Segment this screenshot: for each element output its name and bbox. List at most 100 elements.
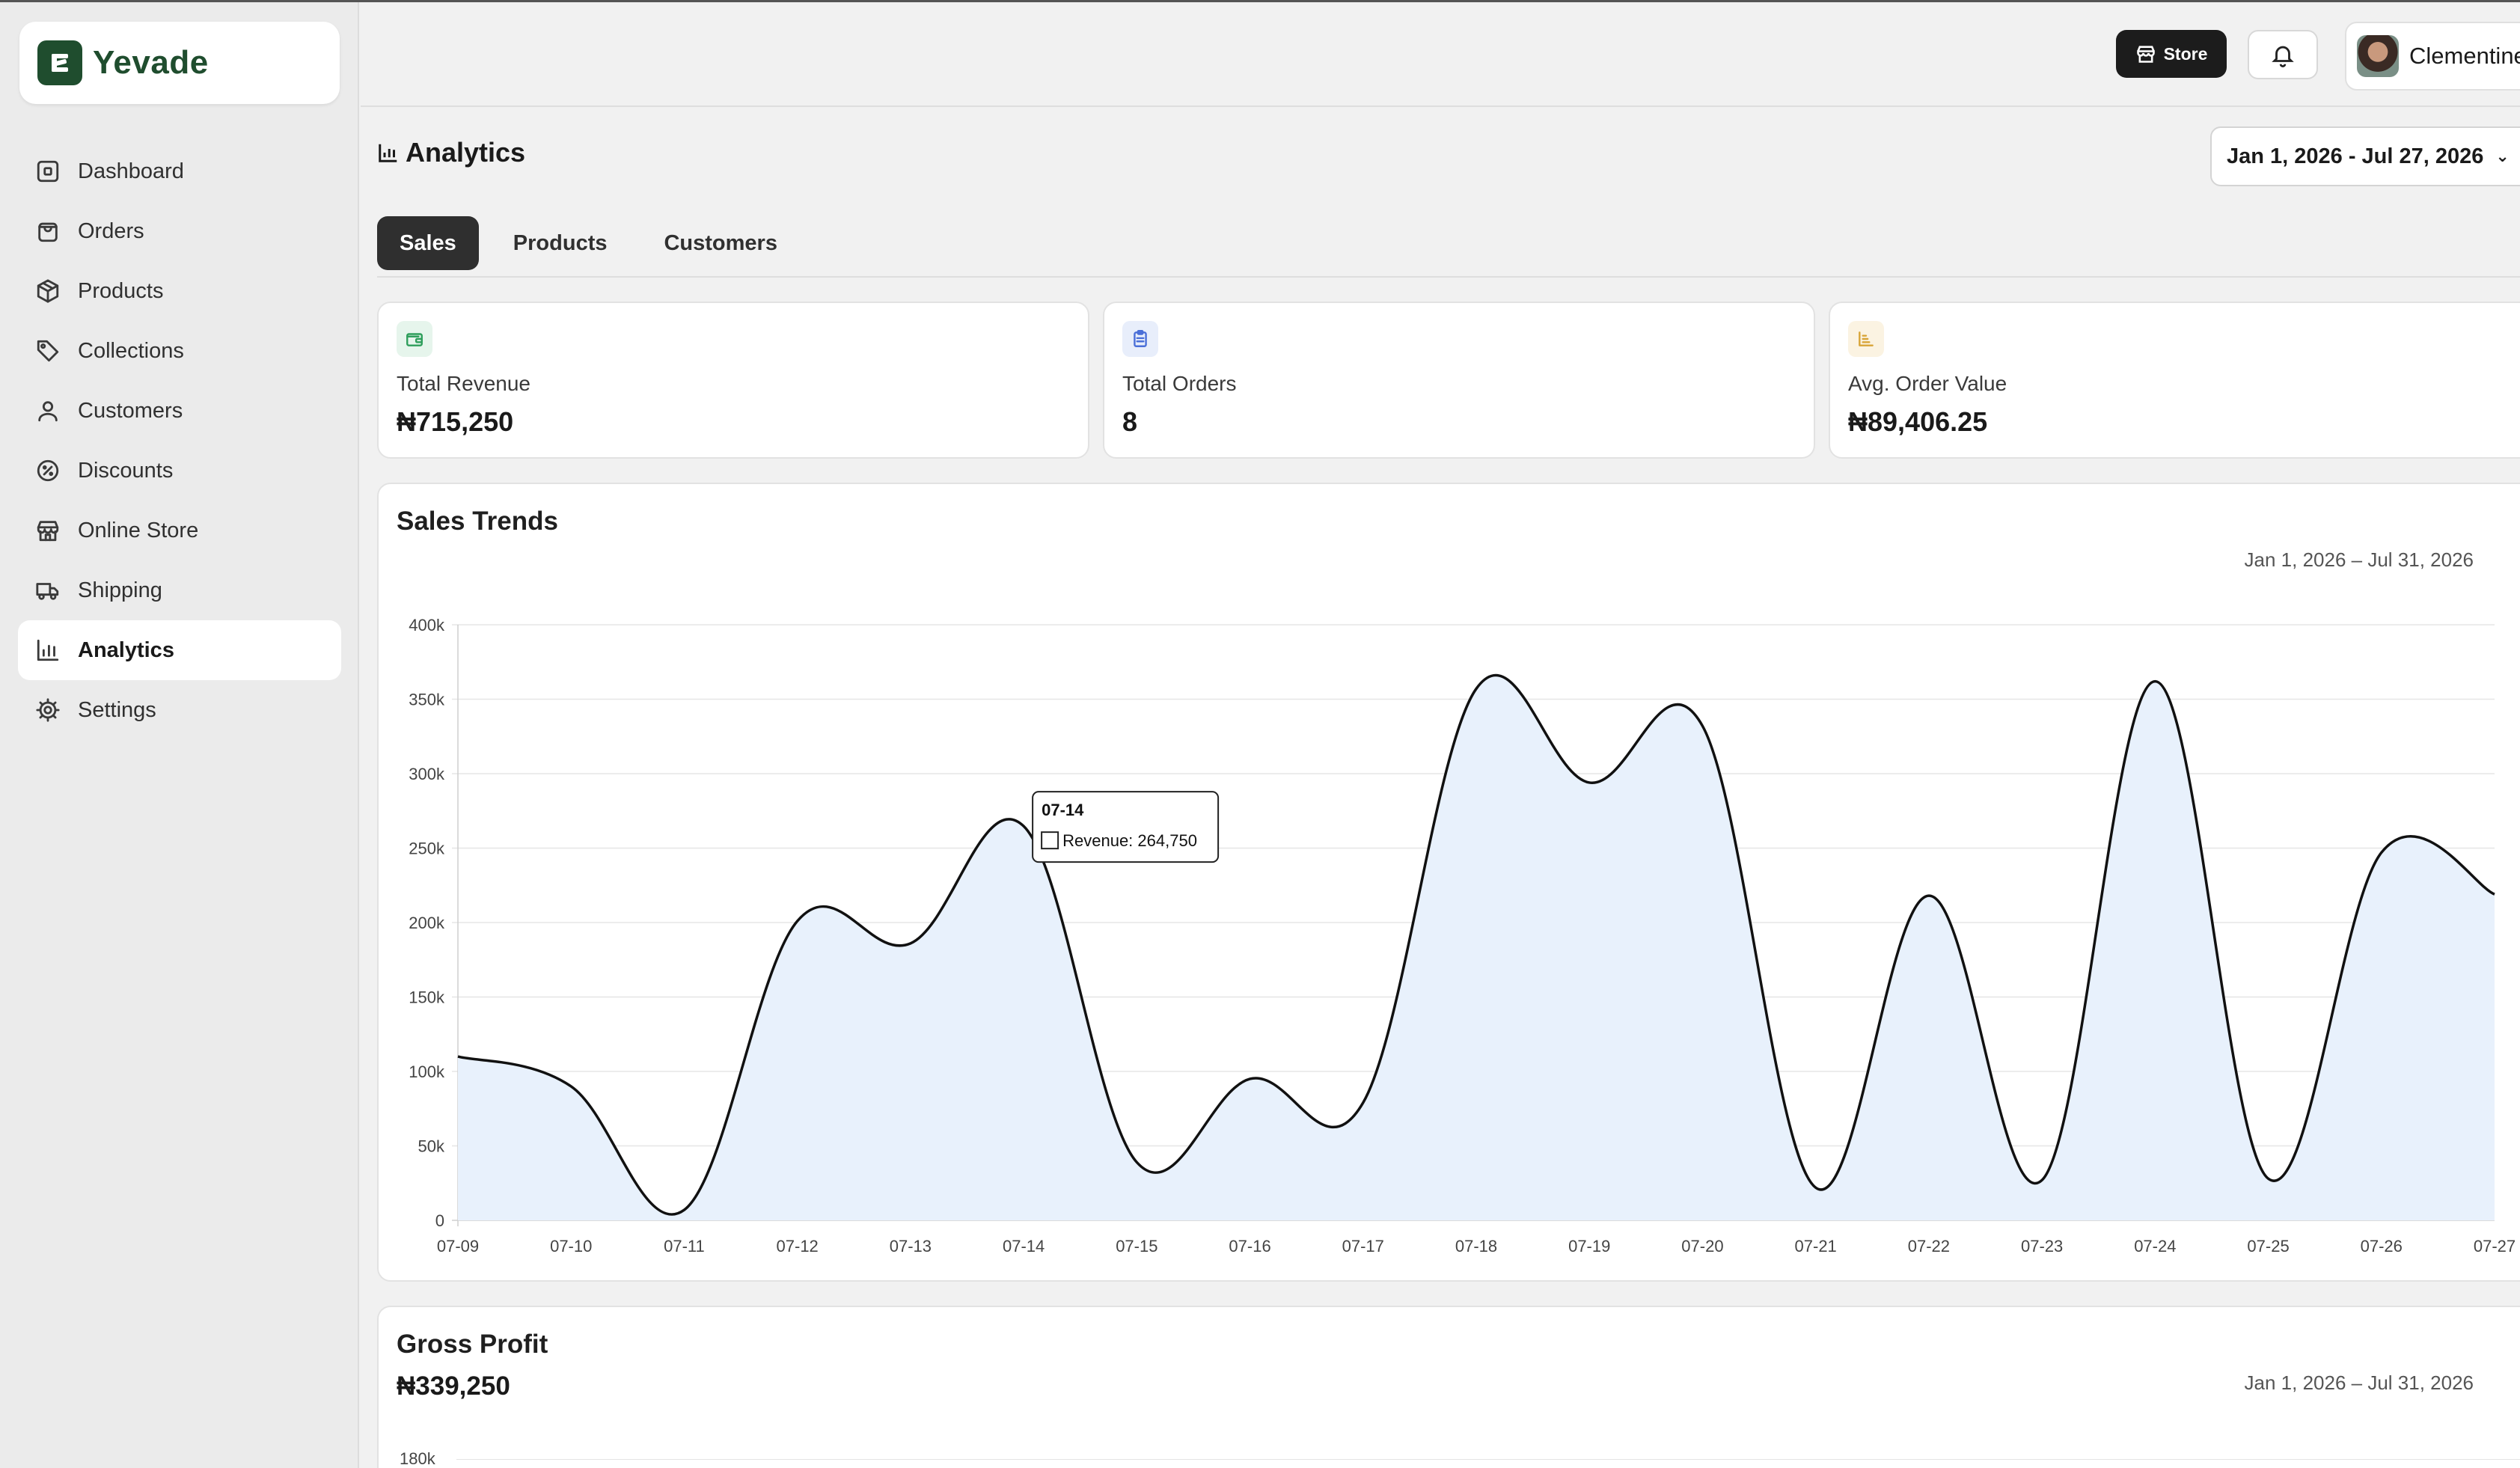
x-tick-label: 07-09 [437, 1237, 479, 1256]
store-icon [34, 517, 61, 544]
y-tick-label: 300k [409, 765, 445, 783]
x-tick-label: 07-22 [1908, 1237, 1950, 1256]
sidebar-item-dashboard[interactable]: Dashboard [18, 141, 341, 201]
sidebar-item-label: Shipping [78, 578, 162, 602]
gross-profit-value: ₦339,250 [397, 1371, 510, 1401]
sidebar-item-online-store[interactable]: Online Store [18, 501, 341, 560]
sidebar-item-settings[interactable]: Settings [18, 680, 341, 740]
brand-logo[interactable]: Yevade [19, 22, 340, 104]
tooltip-swatch [1041, 831, 1059, 850]
stat-value: 8 [1122, 406, 1138, 437]
sales-trends-card: Sales Trends Jan 1, 2026 – Jul 31, 2026 … [377, 483, 2520, 1282]
stat-label: Total Orders [1122, 372, 1237, 395]
dashboard-icon [34, 158, 61, 185]
sidebar-item-label: Collections [78, 338, 184, 363]
sales-trends-chart[interactable]: 050k100k150k200k250k300k350k400k 07-09 07… [379, 484, 2520, 1280]
chevron-down-icon: ⌄ [2495, 147, 2510, 165]
chart-icon [1848, 321, 1884, 357]
x-tick-label: 07-15 [1116, 1237, 1157, 1256]
sidebar-item-label: Customers [78, 398, 183, 423]
discount-icon [34, 457, 61, 484]
x-tick-label: 07-21 [1795, 1237, 1837, 1256]
tooltip-label: Revenue: 264,750 [1062, 831, 1197, 850]
y-tick-label: 150k [409, 988, 445, 1007]
store-icon [2136, 46, 2155, 63]
chart-title: Gross Profit [397, 1330, 548, 1359]
sidebar-item-analytics[interactable]: Analytics [18, 620, 341, 680]
gross-profit-card: Gross Profit ₦339,250 Jan 1, 2026 – Jul … [377, 1306, 2520, 1468]
brand-name: Yevade [93, 44, 209, 81]
y-tick-label: 400k [409, 616, 445, 634]
x-tick-label: 07-12 [777, 1237, 819, 1256]
tab-customers[interactable]: Customers [641, 216, 800, 270]
notifications-button[interactable] [2248, 30, 2318, 79]
x-tick-label: 07-16 [1229, 1237, 1270, 1256]
chart-date-range: Jan 1, 2026 – Jul 31, 2026 [2244, 1371, 2474, 1394]
user-menu-button[interactable]: Clementine [2345, 22, 2520, 91]
sidebar-item-label: Discounts [78, 458, 174, 483]
tab-products[interactable]: Products [491, 216, 630, 270]
wallet-icon [397, 321, 432, 357]
stat-label: Total Revenue [397, 372, 531, 395]
x-tick-label: 07-11 [664, 1237, 705, 1256]
analytics-tabs: Sales Products Customers [377, 216, 812, 270]
x-tick-label: 07-13 [890, 1237, 932, 1256]
x-tick-label: 07-20 [1681, 1237, 1723, 1256]
y-tick-label: 200k [409, 914, 445, 932]
tab-sales[interactable]: Sales [377, 216, 479, 270]
x-axis-ticks: 07-09 07-10 07-11 07-12 07-13 07-14 07-15 07-16… [437, 1237, 2516, 1256]
sidebar-item-label: Settings [78, 697, 156, 722]
y-axis-ticks: 0 50k 100k 150k 200k 250k 300k 350k 400k [409, 616, 445, 1230]
sidebar-item-customers[interactable]: Customers [18, 381, 341, 441]
bar-chart-icon [34, 637, 61, 664]
y-tick-label: 0 [435, 1211, 444, 1230]
chart-gridline [456, 1459, 2520, 1460]
y-tick-label: 180k [400, 1449, 435, 1468]
stat-value: ₦89,406.25 [1848, 406, 1988, 437]
stat-card-avg-order-value: Avg. Order Value ₦89,406.25 [1829, 302, 2520, 459]
date-range-picker[interactable]: Jan 1, 2026 - Jul 27, 2026 ⌄ [2210, 126, 2520, 186]
user-name: Clementine [2409, 43, 2520, 69]
sidebar-item-orders[interactable]: Orders [18, 201, 341, 261]
sidebar-item-shipping[interactable]: Shipping [18, 560, 341, 620]
store-button[interactable]: Store [2116, 30, 2227, 78]
gear-icon [34, 697, 61, 724]
sidebar-nav: Dashboard Orders Products Collections Cu… [18, 141, 341, 740]
stat-card-total-orders: Total Orders 8 [1103, 302, 1815, 459]
sidebar-item-label: Products [78, 278, 164, 303]
tooltip-title: 07-14 [1042, 801, 1084, 819]
y-tick-label: 250k [409, 839, 445, 858]
x-tick-label: 07-18 [1455, 1237, 1497, 1256]
x-tick-label: 07-23 [2021, 1237, 2063, 1256]
logo-icon [37, 40, 82, 85]
sidebar-item-discounts[interactable]: Discounts [18, 441, 341, 501]
sidebar-item-label: Orders [78, 218, 144, 243]
x-tick-label: 07-19 [1568, 1237, 1610, 1256]
sidebar: Yevade Dashboard Orders Products Collect… [0, 2, 359, 1468]
y-tick-label: 100k [409, 1062, 445, 1081]
date-range-value: Jan 1, 2026 - Jul 27, 2026 [2227, 144, 2484, 168]
y-tick-label: 50k [418, 1137, 445, 1156]
bar-chart-icon [379, 144, 397, 162]
divider [377, 276, 2520, 278]
user-icon [34, 397, 61, 424]
topbar: Store Clementine [361, 2, 2520, 107]
sidebar-item-label: Dashboard [78, 159, 184, 183]
shopping-bag-icon [34, 218, 61, 245]
store-button-label: Store [2163, 43, 2208, 64]
box-icon [34, 278, 61, 305]
x-tick-label: 07-14 [1003, 1237, 1045, 1256]
x-tick-label: 07-25 [2247, 1237, 2289, 1256]
revenue-area [458, 675, 2495, 1220]
x-tick-label: 07-10 [550, 1237, 592, 1256]
stat-value: ₦715,250 [397, 406, 514, 437]
sidebar-item-collections[interactable]: Collections [18, 321, 341, 381]
y-tick-label: 350k [409, 691, 445, 709]
avatar [2357, 35, 2399, 77]
page-title: Analytics [406, 137, 526, 168]
chart-tooltip: 07-14 Revenue: 264,750 [1032, 791, 1220, 863]
stat-card-total-revenue: Total Revenue ₦715,250 [377, 302, 1089, 459]
bell-icon [2272, 46, 2294, 67]
sidebar-item-label: Online Store [78, 518, 199, 542]
sidebar-item-products[interactable]: Products [18, 261, 341, 321]
